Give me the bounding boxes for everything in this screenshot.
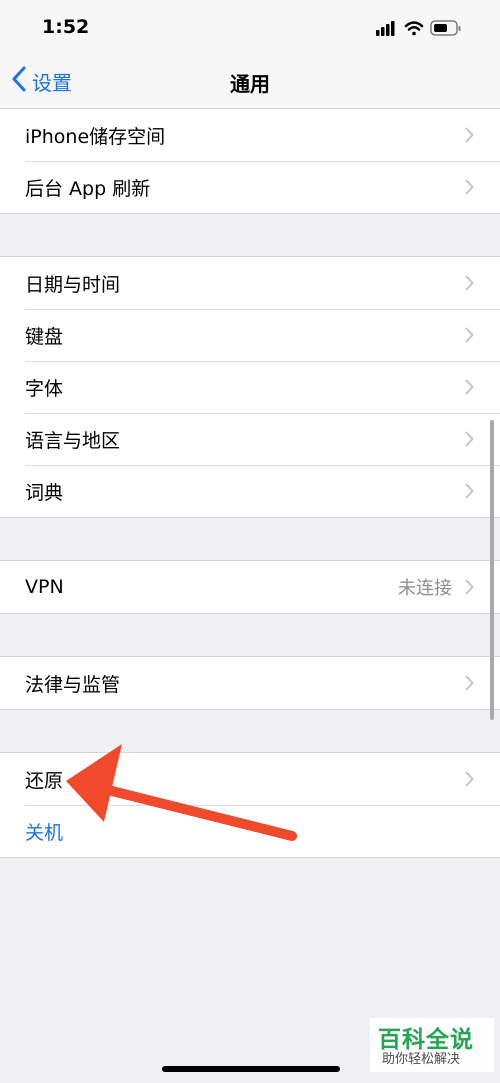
row-label: 词典 bbox=[25, 481, 64, 504]
chevron-right-icon bbox=[465, 483, 474, 499]
row-iphone-storage[interactable]: iPhone储存空间 bbox=[0, 109, 500, 161]
settings-list: iPhone储存空间 后台 App 刷新 日期与时间 键盘 字体 语言与地区 词… bbox=[0, 108, 500, 858]
row-label: 还原 bbox=[25, 769, 64, 792]
settings-group-locale: 日期与时间 键盘 字体 语言与地区 词典 bbox=[0, 256, 500, 518]
settings-group-reset: 还原 关机 bbox=[0, 752, 500, 858]
row-label: iPhone储存空间 bbox=[25, 125, 166, 148]
nav-bar: 设置 通用 bbox=[0, 56, 500, 109]
row-keyboard[interactable]: 键盘 bbox=[0, 309, 500, 361]
row-background-refresh[interactable]: 后台 App 刷新 bbox=[0, 161, 500, 213]
row-date-time[interactable]: 日期与时间 bbox=[0, 257, 500, 309]
row-fonts[interactable]: 字体 bbox=[0, 361, 500, 413]
page-title: 通用 bbox=[230, 72, 270, 96]
battery-icon bbox=[430, 20, 461, 36]
row-label: 字体 bbox=[25, 377, 64, 400]
row-label: VPN bbox=[25, 576, 64, 598]
chevron-right-icon bbox=[465, 379, 474, 395]
chevron-right-icon bbox=[465, 431, 474, 447]
chevron-right-icon bbox=[465, 275, 474, 291]
row-label: 后台 App 刷新 bbox=[25, 177, 151, 200]
chevron-right-icon bbox=[465, 771, 474, 787]
chevron-right-icon bbox=[465, 179, 474, 195]
status-time: 1:52 bbox=[42, 16, 90, 38]
row-reset[interactable]: 还原 bbox=[0, 753, 500, 805]
signal-icon bbox=[376, 21, 395, 36]
row-label: 法律与监管 bbox=[25, 673, 121, 696]
home-indicator[interactable] bbox=[162, 1066, 340, 1072]
shutdown-button[interactable]: 关机 bbox=[0, 805, 500, 857]
watermark-subtitle: 助你轻松解决 bbox=[382, 1052, 461, 1067]
settings-group-vpn: VPN 未连接 bbox=[0, 560, 500, 614]
chevron-right-icon bbox=[465, 327, 474, 343]
row-label: 语言与地区 bbox=[25, 429, 121, 452]
chevron-right-icon bbox=[465, 579, 474, 595]
wifi-icon bbox=[404, 21, 424, 36]
chevron-right-icon bbox=[465, 675, 474, 691]
row-label: 关机 bbox=[25, 821, 64, 844]
watermark-logo: 百科全说 助你轻松解决 bbox=[370, 1018, 494, 1072]
row-vpn[interactable]: VPN 未连接 bbox=[0, 561, 500, 613]
vpn-status-value: 未连接 bbox=[398, 578, 452, 599]
row-label: 日期与时间 bbox=[25, 273, 121, 296]
row-label: 键盘 bbox=[25, 325, 64, 348]
status-icons bbox=[376, 18, 476, 38]
settings-group-legal: 法律与监管 bbox=[0, 656, 500, 710]
status-bar: 1:52 bbox=[0, 0, 500, 56]
chevron-right-icon bbox=[465, 127, 474, 143]
row-legal-regulatory[interactable]: 法律与监管 bbox=[0, 657, 500, 709]
settings-group-storage: iPhone储存空间 后台 App 刷新 bbox=[0, 108, 500, 214]
row-dictionary[interactable]: 词典 bbox=[0, 465, 500, 517]
row-language-region[interactable]: 语言与地区 bbox=[0, 413, 500, 465]
scroll-indicator[interactable] bbox=[490, 420, 494, 720]
